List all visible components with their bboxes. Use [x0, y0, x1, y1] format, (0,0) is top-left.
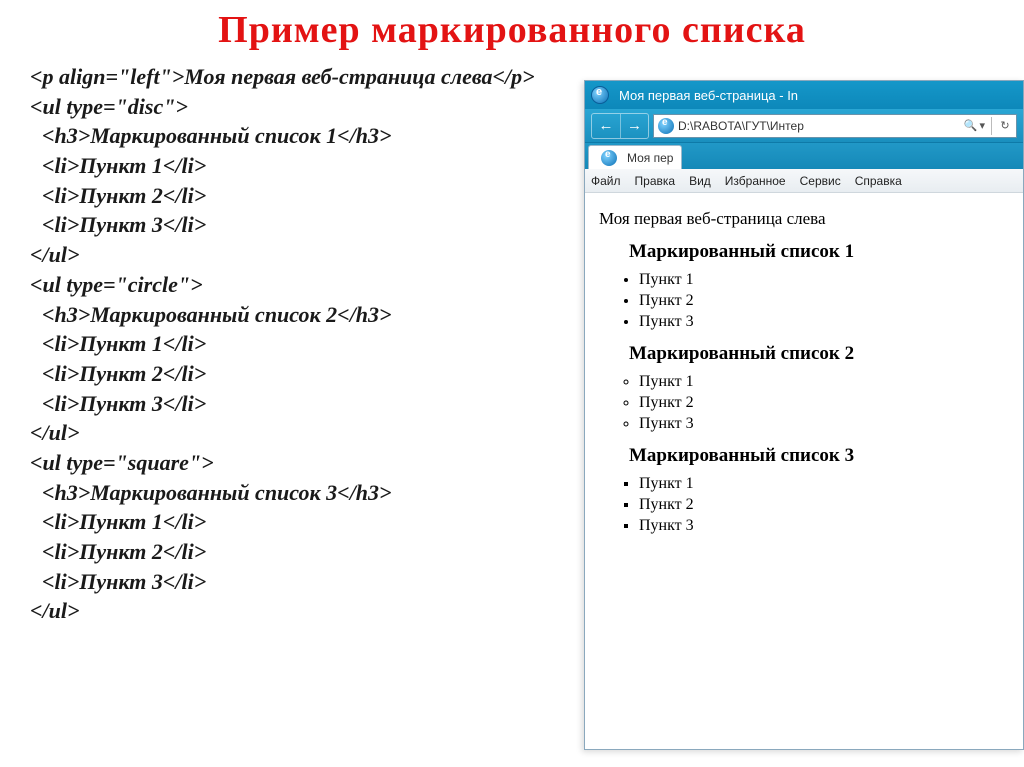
tab-label: Моя пер: [627, 151, 673, 165]
list-item: Пункт 2: [639, 394, 1009, 412]
menu-bar: Файл Правка Вид Избранное Сервис Справка: [585, 169, 1023, 193]
list-3: Пункт 1 Пункт 2 Пункт 3: [617, 475, 1009, 535]
code-line: <h3>Маркированный список 3</h3>: [30, 478, 540, 508]
code-line: <ul type="circle">: [30, 270, 540, 300]
browser-tab[interactable]: Моя пер: [588, 145, 682, 169]
dropdown-icon[interactable]: ▾: [979, 119, 985, 132]
list-item: Пункт 1: [639, 373, 1009, 391]
browser-navbar: ← → D:\RABOTA\ГУТ\Интер 🔍 ▾ ↻: [585, 109, 1023, 143]
list-item: Пункт 1: [639, 271, 1009, 289]
list-heading-2: Маркированный список 2: [629, 343, 1009, 365]
list-item: Пункт 3: [639, 415, 1009, 433]
code-line: <h3>Маркированный список 2</h3>: [30, 300, 540, 330]
menu-file[interactable]: Файл: [591, 174, 621, 188]
code-line: <li>Пункт 2</li>: [30, 359, 540, 389]
list-item: Пункт 3: [639, 517, 1009, 535]
browser-titlebar: Моя первая веб-страница - In: [585, 81, 1023, 109]
page-body: Моя первая веб-страница слева Маркирован…: [585, 193, 1023, 551]
code-line: <li>Пункт 3</li>: [30, 210, 540, 240]
tab-favicon-icon: [601, 150, 617, 166]
address-tools: 🔍 ▾ ↻: [959, 117, 1016, 135]
separator: [991, 117, 992, 135]
code-line: <li>Пункт 1</li>: [30, 329, 540, 359]
code-line: <li>Пункт 2</li>: [30, 537, 540, 567]
code-line: <h3>Маркированный список 1</h3>: [30, 121, 540, 151]
code-line: <p align="left">Моя первая веб-страница …: [30, 62, 540, 92]
code-line: </ul>: [30, 240, 540, 270]
code-line: </ul>: [30, 418, 540, 448]
list-heading-1: Маркированный список 1: [629, 241, 1009, 263]
slide-title: Пример маркированного списка: [0, 0, 1024, 56]
refresh-icon[interactable]: ↻: [998, 119, 1012, 132]
back-button[interactable]: ←: [592, 114, 620, 138]
code-line: <ul type="disc">: [30, 92, 540, 122]
code-line: <li>Пункт 1</li>: [30, 507, 540, 537]
code-line: <ul type="square">: [30, 448, 540, 478]
menu-view[interactable]: Вид: [689, 174, 711, 188]
list-heading-3: Маркированный список 3: [629, 445, 1009, 467]
menu-fav[interactable]: Избранное: [725, 174, 786, 188]
code-line: <li>Пункт 3</li>: [30, 567, 540, 597]
list-2: Пункт 1 Пункт 2 Пункт 3: [617, 373, 1009, 433]
code-line: <li>Пункт 2</li>: [30, 181, 540, 211]
page-icon: [658, 118, 674, 134]
list-1: Пункт 1 Пункт 2 Пункт 3: [617, 271, 1009, 331]
tab-strip: Моя пер: [585, 143, 1023, 169]
code-line: <li>Пункт 3</li>: [30, 389, 540, 419]
code-line: </ul>: [30, 596, 540, 626]
forward-button[interactable]: →: [620, 114, 648, 138]
list-item: Пункт 2: [639, 496, 1009, 514]
window-title: Моя первая веб-страница - In: [619, 88, 798, 103]
menu-edit[interactable]: Правка: [635, 174, 676, 188]
list-item: Пункт 2: [639, 292, 1009, 310]
list-item: Пункт 3: [639, 313, 1009, 331]
ie-logo-icon: [591, 86, 609, 104]
browser-window: Моя первая веб-страница - In ← → D:\RABO…: [584, 80, 1024, 750]
code-line: <li>Пункт 1</li>: [30, 151, 540, 181]
list-item: Пункт 1: [639, 475, 1009, 493]
nav-btn-group: ← →: [591, 113, 649, 139]
code-listing: <p align="left">Моя первая веб-страница …: [30, 62, 540, 626]
menu-help[interactable]: Справка: [855, 174, 902, 188]
menu-service[interactable]: Сервис: [800, 174, 841, 188]
address-text: D:\RABOTA\ГУТ\Интер: [678, 119, 959, 133]
search-icon[interactable]: 🔍: [963, 119, 977, 132]
address-bar[interactable]: D:\RABOTA\ГУТ\Интер 🔍 ▾ ↻: [653, 114, 1017, 138]
page-intro: Моя первая веб-страница слева: [599, 209, 1009, 229]
